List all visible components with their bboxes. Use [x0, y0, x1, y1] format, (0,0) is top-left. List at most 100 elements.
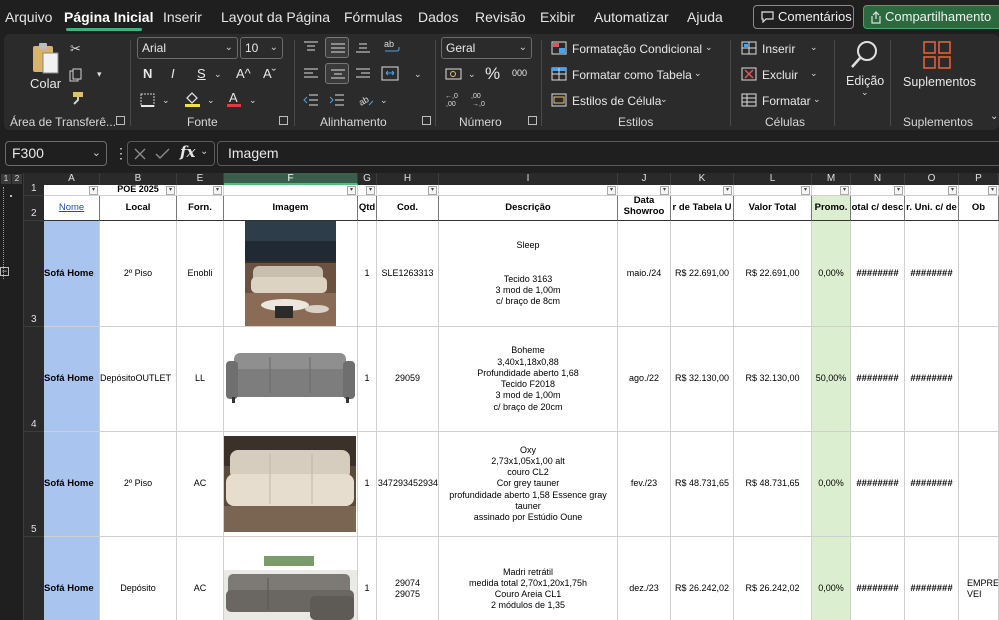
paste-icon[interactable]	[31, 41, 61, 75]
sofa-photo[interactable]	[224, 556, 357, 620]
format-as-table-icon[interactable]	[551, 67, 567, 81]
align-middle-button[interactable]	[325, 37, 349, 58]
filter-dropdown-icon[interactable]: ▾	[428, 186, 437, 195]
grow-font-button[interactable]: A^	[236, 66, 251, 81]
cell-cod[interactable]: 29074 29075	[377, 537, 439, 620]
cell-valor-total[interactable]: R$ 48.731,65	[734, 432, 812, 537]
cell-total-desc[interactable]: ########	[851, 537, 905, 620]
cell-obs[interactable]	[959, 327, 999, 432]
cell-obs[interactable]	[959, 432, 999, 537]
header-local[interactable]: Local	[100, 196, 177, 221]
sofa-photo[interactable]	[245, 221, 336, 326]
fill-color-icon[interactable]	[184, 90, 201, 108]
row-header-6[interactable]	[24, 537, 44, 620]
outline-collapse-button[interactable]: −	[0, 267, 9, 276]
cancel-entry-icon[interactable]	[133, 147, 147, 161]
filter-dropdown-icon[interactable]: ▾	[166, 186, 175, 195]
cell-f1[interactable]	[224, 185, 358, 196]
chevron-down-icon[interactable]: ⌄	[810, 69, 818, 78]
header-forn[interactable]: Forn.	[177, 196, 224, 221]
chevron-down-icon[interactable]: ⌄	[810, 43, 818, 52]
share-button[interactable]: Compartilhamento	[863, 5, 999, 29]
header-data-showroom[interactable]: Data Showroo m	[618, 196, 671, 221]
filter-dropdown-icon[interactable]: ▾	[723, 186, 732, 195]
insert-cells-icon[interactable]	[741, 41, 757, 55]
column-header-m[interactable]: M	[812, 173, 851, 185]
insert-function-icon[interactable]: fx	[180, 143, 195, 161]
cell-unit-desc[interactable]: ########	[905, 327, 959, 432]
cell-styles-icon[interactable]	[551, 93, 567, 107]
font-color-icon[interactable]: A	[226, 90, 242, 108]
font-color-dropdown-icon[interactable]: ⌄	[249, 96, 257, 105]
underline-button[interactable]: S	[197, 66, 206, 81]
clipboard-launcher-icon[interactable]	[116, 116, 125, 125]
tab-pagina-inicial[interactable]: Página Inicial	[64, 9, 153, 25]
cell-cod[interactable]: SLE1263313	[377, 221, 439, 327]
cell-promo[interactable]: 0,00%	[812, 221, 851, 327]
font-size-select[interactable]: 10 ⌄	[240, 37, 283, 59]
align-top-icon[interactable]	[303, 40, 319, 54]
cell-imagem[interactable]	[224, 327, 358, 432]
outline-level-2-button[interactable]: 2	[12, 174, 22, 184]
row-header-5[interactable]: 5	[24, 432, 44, 537]
accounting-dropdown-icon[interactable]: ⌄	[468, 70, 476, 79]
cell-valor-tabela[interactable]: R$ 26.242,02	[671, 537, 734, 620]
cell-imagem[interactable]	[224, 221, 358, 327]
cell-valor-tabela[interactable]: R$ 22.691,00	[671, 221, 734, 327]
cell-forn[interactable]: AC	[177, 432, 224, 537]
cell-total-desc[interactable]: ########	[851, 432, 905, 537]
column-header-e[interactable]: E	[177, 173, 224, 185]
cell-valor-tabela[interactable]: R$ 32.130,00	[671, 327, 734, 432]
column-header-g[interactable]: G	[358, 173, 377, 185]
cell-descricao[interactable]: Madri retrátil medida total 2,70x1,20x1,…	[439, 537, 618, 620]
tab-exibir[interactable]: Exibir	[540, 9, 575, 25]
orientation-dropdown-icon[interactable]: ⌄	[380, 96, 388, 105]
chevron-down-icon[interactable]: ⌄	[813, 95, 821, 104]
collapse-ribbon-icon[interactable]: ⌄	[990, 112, 998, 122]
format-painter-icon[interactable]	[70, 91, 85, 106]
increase-indent-icon[interactable]	[329, 93, 345, 107]
cell-promo[interactable]: 50,00%	[812, 327, 851, 432]
cell-qtd[interactable]: 1	[358, 221, 377, 327]
chevron-down-icon[interactable]: ⌄	[705, 43, 713, 52]
format-as-table-button[interactable]: Formatar como Tabela	[572, 68, 692, 82]
cell-local[interactable]: Depósito	[100, 537, 177, 620]
number-format-select[interactable]: Geral ⌄	[441, 37, 532, 59]
cell-qtd[interactable]: 1	[358, 537, 377, 620]
align-center-button[interactable]	[325, 63, 349, 84]
comments-button[interactable]: Comentários	[753, 5, 854, 29]
cell-unit-desc[interactable]: ########	[905, 537, 959, 620]
filter-dropdown-icon[interactable]: ▾	[347, 186, 356, 195]
header-nome-link[interactable]: Nome	[44, 196, 100, 221]
cell-data[interactable]: maio./24	[618, 221, 671, 327]
cell-nome[interactable]: Sofá Home	[44, 432, 100, 537]
cell-unit-desc[interactable]: ########	[905, 221, 959, 327]
cell-valor-total[interactable]: R$ 22.691,00	[734, 221, 812, 327]
copy-icon[interactable]	[69, 68, 83, 82]
tab-arquivo[interactable]: Arquivo	[5, 9, 52, 25]
cell-cod[interactable]: 29059	[377, 327, 439, 432]
chevron-down-icon[interactable]: ⌄	[861, 88, 869, 97]
alignment-launcher-icon[interactable]	[422, 116, 431, 125]
column-header-n[interactable]: N	[851, 173, 905, 185]
cell-data[interactable]: dez./23	[618, 537, 671, 620]
sofa-photo[interactable]	[224, 436, 356, 532]
orientation-icon[interactable]: ab	[357, 91, 375, 107]
filter-dropdown-icon[interactable]: ▾	[607, 186, 616, 195]
outline-level-1-button[interactable]: 1	[1, 174, 11, 184]
header-unit-desc[interactable]: r. Uni. c/ de	[905, 196, 959, 221]
header-promo[interactable]: Promo.	[812, 196, 851, 221]
format-cells-button[interactable]: Formatar	[762, 94, 811, 108]
insert-cells-button[interactable]: Inserir	[762, 42, 795, 56]
cell-i1[interactable]	[439, 185, 618, 196]
borders-dropdown-icon[interactable]: ⌄	[162, 96, 170, 105]
decrease-indent-icon[interactable]	[303, 93, 319, 107]
tab-layout-da-pagina[interactable]: Layout da Página	[221, 9, 330, 25]
chevron-down-icon[interactable]: ⌄	[694, 69, 702, 78]
column-header-f[interactable]: F	[224, 173, 358, 185]
tab-revisao[interactable]: Revisão	[475, 9, 526, 25]
increase-decimal-icon[interactable]: ←,0,00	[444, 90, 464, 108]
cell-qtd[interactable]: 1	[358, 432, 377, 537]
merge-center-icon[interactable]	[381, 66, 399, 81]
decrease-decimal-icon[interactable]: ,00→,0	[470, 90, 490, 108]
